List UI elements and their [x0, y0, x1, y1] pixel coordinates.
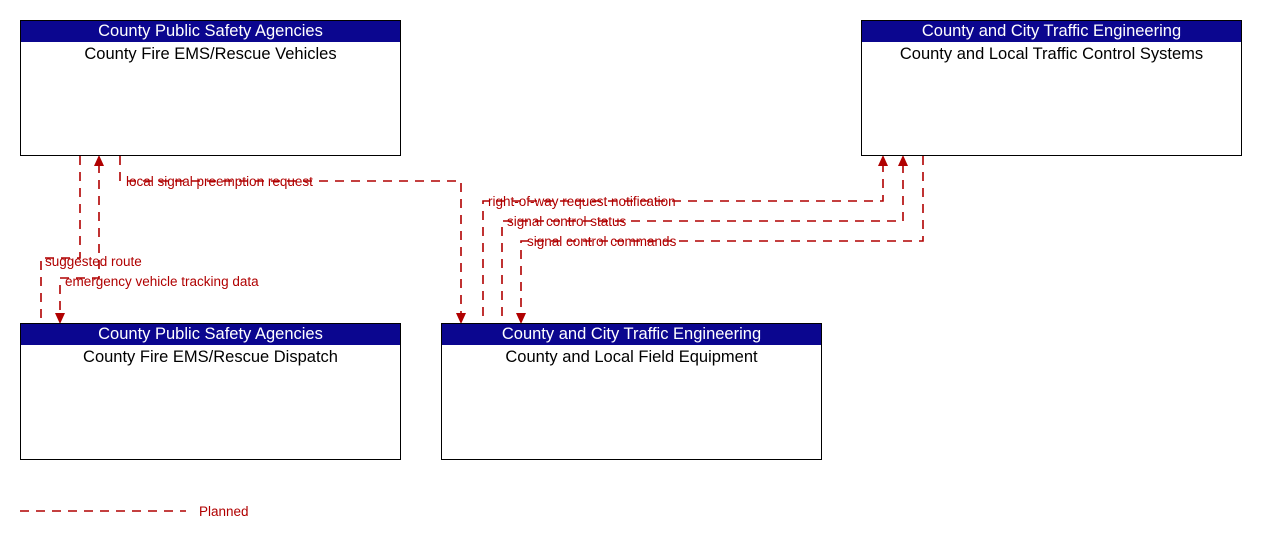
node-name-label: County and Local Field Equipment — [505, 348, 758, 366]
wire-emergency-vehicle-tracking-data — [59, 164, 100, 318]
arrowhead-right-of-way-request-notification — [878, 155, 888, 166]
flow-label-right-of-way-request-notification[interactable]: right-of-way request notification — [488, 194, 676, 209]
node-stakeholder-label: County and City Traffic Engineering — [862, 21, 1241, 42]
architecture-flow-diagram: County Public Safety Agencies County Fir… — [0, 0, 1261, 542]
arrowhead-signal-control-status — [898, 155, 908, 166]
flow-label-suggested-route[interactable]: suggested route — [45, 254, 142, 269]
node-county-fire-ems-rescue-vehicles[interactable]: County Public Safety Agencies County Fir… — [20, 20, 401, 156]
node-stakeholder-label: County and City Traffic Engineering — [442, 324, 821, 345]
node-stakeholder-label: County Public Safety Agencies — [21, 21, 400, 42]
flow-label-local-signal-preemption-request[interactable]: local signal preemption request — [126, 174, 313, 189]
node-name-label: County and Local Traffic Control Systems — [899, 45, 1204, 63]
wire-suggested-route — [40, 156, 81, 324]
node-county-and-local-traffic-control-systems[interactable]: County and City Traffic Engineering Coun… — [861, 20, 1242, 156]
flow-label-signal-control-commands[interactable]: signal control commands — [527, 234, 676, 249]
node-county-and-local-field-equipment[interactable]: County and City Traffic Engineering Coun… — [441, 323, 822, 460]
flow-label-signal-control-status[interactable]: signal control status — [507, 214, 626, 229]
node-name-label: County Fire EMS/Rescue Dispatch — [83, 348, 338, 366]
flow-label-emergency-vehicle-tracking-data[interactable]: emergency vehicle tracking data — [65, 274, 259, 289]
legend-item-planned-label: Planned — [199, 504, 249, 519]
node-stakeholder-label: County Public Safety Agencies — [21, 324, 400, 345]
node-name-label: County Fire EMS/Rescue Vehicles — [84, 45, 337, 63]
arrowhead-emergency-vehicle-tracking-data-up — [94, 155, 104, 166]
node-county-fire-ems-rescue-dispatch[interactable]: County Public Safety Agencies County Fir… — [20, 323, 401, 460]
